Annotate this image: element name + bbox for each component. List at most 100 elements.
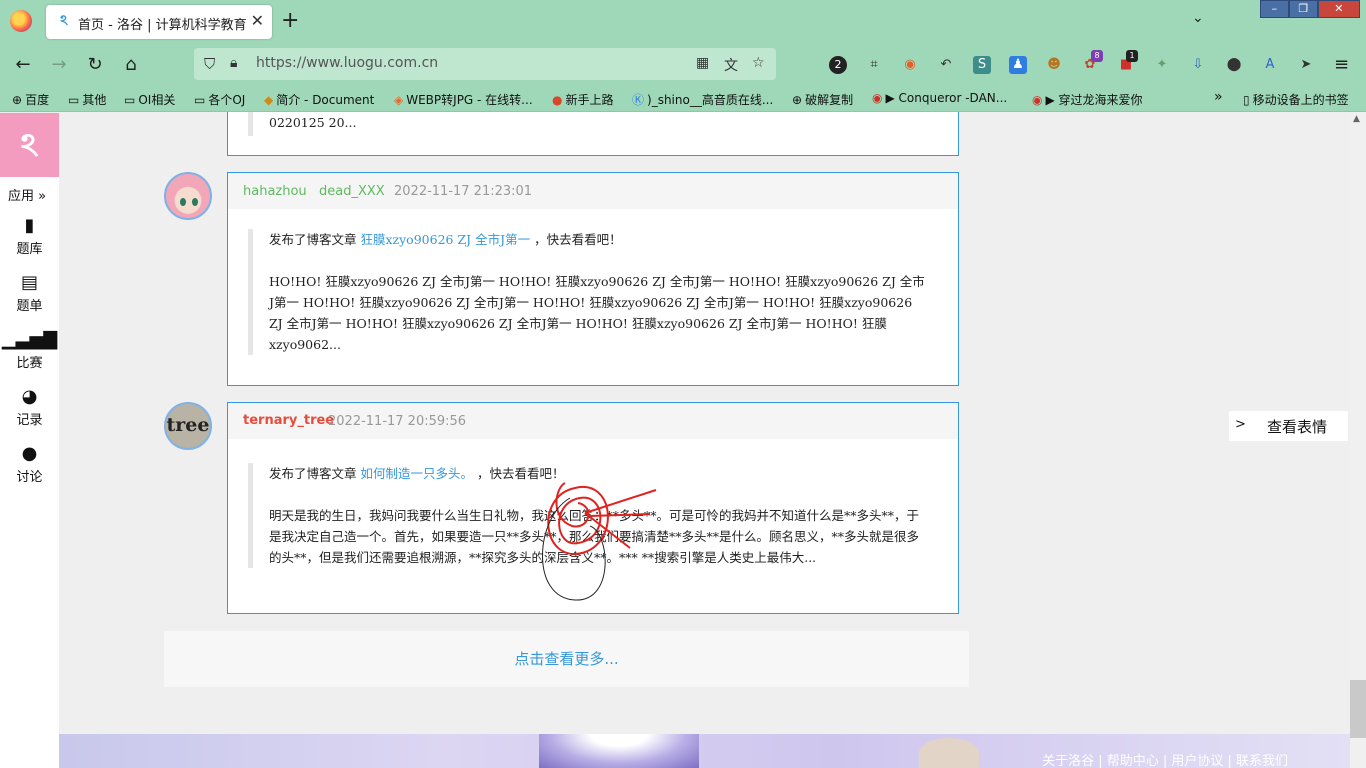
bookmark-item[interactable]: Ⓚ)_shino__高音质在线... <box>632 91 773 108</box>
globe-icon: ⊕ <box>792 93 803 107</box>
folder-icon: ▭ <box>124 93 136 107</box>
sidebar-item-records[interactable]: ◕ 记录 <box>0 386 59 429</box>
list-tabs-chevron-icon[interactable]: ⌄ <box>1192 10 1204 26</box>
k-icon: Ⓚ <box>632 93 645 107</box>
clipboard-icon: ▤ <box>20 272 38 293</box>
undo-arrow-icon[interactable]: ↶ <box>937 56 955 74</box>
globe-icon: ⊕ <box>12 93 23 107</box>
bookmarks-overflow-icon[interactable]: » <box>1214 89 1223 105</box>
card-header: ternary_tree 2022-11-17 20:59:56 <box>228 403 958 439</box>
bookmark-item[interactable]: ◆ 简介 - Document <box>264 91 374 108</box>
cookie-icon[interactable]: ⬤ <box>1225 56 1243 74</box>
bookmark-star-icon[interactable]: ☆ <box>752 55 765 71</box>
luogu-sidebar: ঽ 应用 » ▮ 题库 ▤ 题单 ▁▃▅▇ 比赛 ◕ 记录 ● 讨论 <box>0 113 59 768</box>
scroll-up-arrow-icon[interactable]: ▲ <box>1353 114 1360 124</box>
username-link[interactable]: ternary_tree <box>243 413 334 428</box>
bookmarks-toolbar: ⊕ 百度 ▭ 其他 ▭ OI相关 ▭ 各个OJ ◆ 简介 - Document ◈ WEBP… <box>0 86 1366 112</box>
music-icon: ◉ <box>872 91 883 105</box>
extension-counter-icon[interactable]: 2 <box>829 56 847 74</box>
username-link[interactable]: hahazhou <box>243 184 307 199</box>
tab-title: 首页 - 洛谷 | 计算机科学教育新 <box>78 18 246 33</box>
tab-strip: ঽ 首页 - 洛谷 | 计算机科学教育新 ✕ + ⌄ – ❐ ✕ <box>0 0 1366 44</box>
bookmark-item[interactable]: ◉ ▶ 穿过龙海来爱你 <box>1032 91 1143 108</box>
avatar-text: tree <box>166 414 210 436</box>
chat-icon: ● <box>21 443 38 464</box>
book-icon: ▮ <box>24 215 35 236</box>
expand-arrow-icon: > <box>1235 417 1246 432</box>
maximize-button[interactable]: ❐ <box>1288 0 1318 18</box>
feed-card: hahazhou dead_XXX 2022-11-17 21:23:01 发布… <box>227 172 959 386</box>
article-link[interactable]: 如何制造一只多头。 <box>360 466 473 481</box>
luogu-logo[interactable]: ঽ <box>0 113 59 177</box>
bars-icon: ▁▃▅▇ <box>1 329 58 350</box>
sidebar-item-problems[interactable]: ▮ 题库 <box>0 215 59 258</box>
luogu-favicon-icon: ঽ <box>60 13 68 29</box>
lock-icon[interactable]: 🔒︎ <box>230 55 237 71</box>
post-excerpt: HO!HO! 狂膜xzyo90626 ZJ 全市J第一 HO!HO! 狂膜xzy… <box>269 274 925 352</box>
footer-artwork <box>919 738 979 768</box>
home-icon[interactable]: ⌂ <box>118 52 144 78</box>
crop-icon[interactable]: ⌗ <box>865 56 883 74</box>
article-link[interactable]: 狂膜xzyo90626 ZJ 全市J第一 <box>360 232 530 247</box>
pie-icon: ◕ <box>21 386 38 407</box>
sidebar-item-contests[interactable]: ▁▃▅▇ 比赛 <box>0 329 59 372</box>
extension-fox-icon[interactable]: ◉ <box>901 56 919 74</box>
cursor-icon[interactable]: ➤ <box>1297 56 1315 74</box>
extension-green-icon[interactable]: ✦ <box>1153 56 1171 74</box>
folder-icon: ▭ <box>68 93 80 107</box>
extension-person-icon[interactable]: ♟ <box>1009 56 1027 74</box>
forward-arrow-icon[interactable]: → <box>46 52 72 78</box>
bookmark-item[interactable]: ⊕ 破解复制 <box>792 91 853 108</box>
minimize-button[interactable]: – <box>1260 0 1289 18</box>
previous-excerpt: 0220125 20... <box>248 112 356 136</box>
download-box-icon[interactable]: ⇩ <box>1189 56 1207 74</box>
avatar[interactable] <box>164 172 212 220</box>
qr-code-icon[interactable]: ▦ <box>696 55 709 71</box>
hamburger-menu-icon[interactable]: ≡ <box>1334 54 1349 75</box>
bookmark-folder[interactable]: ▭ OI相关 <box>124 91 175 108</box>
reload-icon[interactable]: ↻ <box>82 52 108 78</box>
back-arrow-icon[interactable]: ← <box>10 52 36 78</box>
apps-menu[interactable]: 应用 » <box>8 185 46 204</box>
extension-monkey-icon[interactable]: ☻ <box>1045 56 1063 74</box>
extension-s-icon[interactable]: S <box>973 56 991 74</box>
bookmark-folder[interactable]: ▭ 各个OJ <box>194 91 245 108</box>
sidebar-item-discuss[interactable]: ● 讨论 <box>0 443 59 486</box>
tracking-shield-icon[interactable]: ⛉ <box>204 55 215 73</box>
url-text[interactable]: https://www.luogu.com.cn <box>256 55 438 71</box>
post-timestamp: 2022-11-17 20:59:56 <box>328 414 467 429</box>
username-badge[interactable]: dead_XXX <box>319 184 385 199</box>
folder-icon: ▭ <box>194 93 206 107</box>
sidebar-item-problem-lists[interactable]: ▤ 题单 <box>0 272 59 315</box>
firefox-logo-icon <box>10 10 32 32</box>
close-tab-icon[interactable]: ✕ <box>251 12 264 30</box>
mobile-bookmarks[interactable]: ▯ 移动设备上的书签 <box>1243 91 1349 108</box>
music-icon: ◉ <box>1032 93 1043 107</box>
window-close-button[interactable]: ✕ <box>1317 0 1360 18</box>
bookmark-item[interactable]: ● 新手上路 <box>552 91 614 108</box>
footer-artwork <box>539 734 699 768</box>
bookmark-folder[interactable]: ▭ 其他 <box>68 91 106 108</box>
scrollbar-thumb[interactable] <box>1350 680 1366 738</box>
doc-icon: ◆ <box>264 93 274 107</box>
address-bar[interactable]: ⛉ 🔒︎ https://www.luogu.com.cn ▦ 文 ☆ <box>194 48 776 80</box>
load-more-button[interactable]: 点击查看更多... <box>164 631 969 687</box>
translate-icon[interactable]: 文 <box>724 55 738 75</box>
view-emoji-button[interactable]: > 查看表情 <box>1229 411 1348 441</box>
phone-icon: ▯ <box>1243 93 1250 107</box>
active-tab[interactable]: ঽ 首页 - 洛谷 | 计算机科学教育新 ✕ <box>46 5 272 39</box>
window-controls: – ❐ ✕ <box>1260 0 1360 18</box>
new-tab-button[interactable]: + <box>281 9 299 33</box>
dot-icon: ● <box>552 93 563 107</box>
feed-card-previous: 0220125 20... <box>227 112 959 156</box>
translate-ext-icon[interactable]: A <box>1261 56 1279 74</box>
bookmark-item[interactable]: ◈ WEBP转JPG - 在线转... <box>394 91 533 108</box>
image-icon: ◈ <box>394 93 404 107</box>
footer-links[interactable]: 关于洛谷 | 帮助中心 | 用户协议 | 联系我们 <box>1042 750 1288 768</box>
drawn-annotation <box>542 482 657 601</box>
bookmark-item[interactable]: ◉ ▶ Conqueror -DAN... <box>872 91 1007 105</box>
post-quote: 发布了博客文章 狂膜xzyo90626 ZJ 全市J第一 ，快去看看吧！ HO!… <box>248 229 928 355</box>
avatar[interactable]: tree <box>164 402 212 450</box>
page-scrollbar[interactable] <box>1350 113 1366 768</box>
bookmark-item[interactable]: ⊕ 百度 <box>12 91 49 108</box>
